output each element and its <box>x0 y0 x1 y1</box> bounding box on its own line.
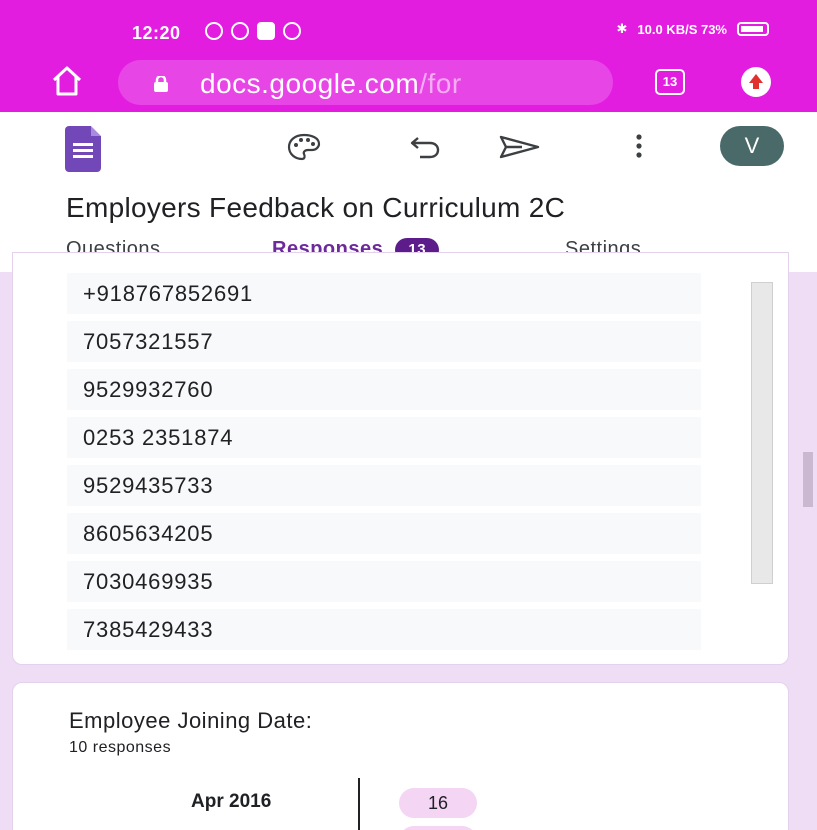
forms-icon-line <box>73 143 93 146</box>
lock-icon <box>154 76 168 92</box>
status-bar: 12:20 ✱ 10.0 KB/S 73% <box>0 0 817 43</box>
palette-icon[interactable] <box>286 132 322 162</box>
avatar[interactable]: V <box>720 126 784 166</box>
whatsapp-icon <box>205 22 223 40</box>
more-options-icon[interactable] <box>634 132 644 160</box>
status-right-text: 10.0 KB/S 73% <box>637 21 727 37</box>
bluetooth-icon: ✱ <box>616 21 628 36</box>
upload-icon[interactable] <box>741 67 771 97</box>
tab-switcher-button[interactable]: 13 <box>655 69 685 95</box>
list-item: 0253 2351874 <box>67 417 701 458</box>
battery-icon <box>737 22 769 36</box>
list-item: 9529932760 <box>67 369 701 410</box>
date-divider <box>358 778 360 830</box>
send-icon[interactable] <box>498 134 542 160</box>
response-card: +918767852691 7057321557 9529932760 0253… <box>12 252 789 665</box>
status-icons <box>205 22 301 40</box>
url-fade: /for <box>419 68 462 99</box>
url-text[interactable]: docs.google.com/for <box>200 68 610 100</box>
list-item: 7385429433 <box>67 609 701 650</box>
app-icon <box>257 22 275 40</box>
browser-chrome: 12:20 ✱ 10.0 KB/S 73% docs.google.com/fo… <box>0 0 817 112</box>
list-item: +918767852691 <box>67 273 701 314</box>
response-list[interactable]: +918767852691 7057321557 9529932760 0253… <box>67 273 713 657</box>
home-icon[interactable] <box>50 64 84 98</box>
list-item: 8605634205 <box>67 513 701 554</box>
status-right: ✱ 10.0 KB/S 73% <box>616 21 769 37</box>
list-item: 7030469935 <box>67 561 701 602</box>
status-time: 12:20 <box>132 23 181 43</box>
page-scrollbar[interactable] <box>803 452 813 507</box>
question-card: Employee Joining Date: 10 responses Apr … <box>12 682 789 830</box>
forms-icon-line <box>73 155 93 158</box>
url-main: docs.google.com <box>200 68 420 99</box>
list-item: 7057321557 <box>67 321 701 362</box>
forms-app-bar: V <box>0 112 817 184</box>
date-value-pill <box>399 826 477 830</box>
url-row: docs.google.com/for 13 <box>0 60 817 110</box>
list-scrollbar[interactable] <box>751 282 773 584</box>
date-label: Apr 2016 <box>191 791 272 812</box>
date-value-pill: 16 <box>399 788 477 818</box>
responses-content[interactable]: +918767852691 7057321557 9529932760 0253… <box>0 252 817 830</box>
undo-icon[interactable] <box>408 132 442 160</box>
response-count: 10 responses <box>69 739 172 756</box>
forms-icon-line <box>73 149 93 152</box>
app-icon <box>231 22 249 40</box>
chrome-icon <box>283 22 301 40</box>
google-forms-icon[interactable] <box>65 126 101 172</box>
question-title: Employee Joining Date: <box>69 708 313 733</box>
list-item: 9529435733 <box>67 465 701 506</box>
page-title: Employers Feedback on Curriculum 2C <box>66 192 566 223</box>
